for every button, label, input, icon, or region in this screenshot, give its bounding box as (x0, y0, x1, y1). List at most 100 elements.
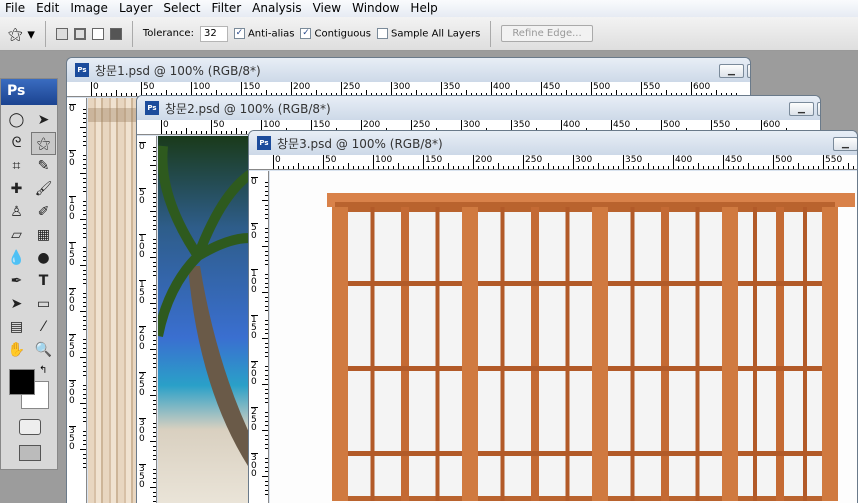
document-title: 창문1.psd @ 100% (RGB/8*) (95, 63, 261, 78)
menu-layer[interactable]: Layer (114, 0, 158, 17)
shape-tool-icon[interactable]: ▭ (31, 293, 56, 316)
minimize-button[interactable]: ▁ (789, 102, 814, 116)
ruler-label: 0 (161, 120, 169, 134)
ps-document-icon: Ps (145, 101, 159, 115)
panel-bar (435, 207, 440, 501)
quick-mask-icon[interactable] (19, 419, 41, 435)
document-window-3[interactable]: Ps창문3.psd @ 100% (RGB/8*) ▁▢✕ 0501001502… (248, 130, 858, 503)
selection-mode-add-icon[interactable] (73, 27, 86, 40)
panel-rail (730, 366, 830, 371)
vertical-ruler: 0 50 100 150 200 250 300 (249, 171, 269, 503)
panel-bar (803, 207, 807, 501)
eyedropper-tool-icon[interactable]: ⁄ (31, 316, 56, 339)
magic-wand-tool-preset-icon[interactable]: ⚝ ▾ (8, 25, 35, 43)
panel-rail (600, 366, 730, 371)
ruler-label: 150 (69, 242, 76, 268)
selection-mode-new-icon[interactable] (55, 27, 68, 40)
document-title: 창문2.psd @ 100% (RGB/8*) (165, 101, 331, 116)
document-canvas[interactable] (270, 171, 857, 503)
maximize-button[interactable]: ▢ (747, 64, 750, 78)
ruler-label: 250 (251, 407, 258, 433)
panel-rail (600, 451, 730, 456)
contiguous-checkbox[interactable]: ✓ Contiguous (300, 27, 371, 39)
selection-mode-subtract-icon[interactable] (91, 27, 104, 40)
window-post (592, 207, 608, 501)
panel-bar (695, 207, 700, 501)
ruler-label: 150 (251, 315, 258, 341)
ruler-label: 200 (69, 288, 76, 314)
menu-window[interactable]: Window (347, 0, 405, 17)
clone-stamp-icon[interactable]: ♙ (4, 201, 29, 224)
panel-mullion (531, 207, 539, 501)
horizontal-ruler: 0 50 100 150 200 250 300 350 400 450 500 550 (249, 155, 857, 170)
menu-image[interactable]: Image (65, 0, 114, 17)
sample-all-layers-checkbox[interactable]: Sample All Layers (376, 27, 480, 39)
ruler-label: 200 (251, 361, 258, 387)
ruler-label: 50 (139, 188, 146, 206)
document-title-bar[interactable]: Ps 창문2.psd @ 100% (RGB/8*) (137, 96, 820, 120)
swap-colors-icon[interactable]: ↰ (39, 365, 47, 376)
vertical-ruler: 0 50 100 150 200 250 300 350 (67, 98, 87, 503)
panel-bar (500, 207, 505, 501)
panel-mullion (661, 207, 669, 501)
panel-bar (630, 207, 635, 501)
ruler-label: 100 (69, 196, 76, 222)
menu-file[interactable]: File (0, 0, 31, 17)
ruler-label: 50 (211, 120, 224, 134)
zoom-tool-icon[interactable]: 🔍 (31, 339, 56, 362)
ruler-label: 250 (69, 334, 76, 360)
ruler-label: 200 (139, 326, 146, 352)
screen-mode-icon[interactable] (19, 445, 41, 461)
type-tool-icon[interactable]: T (31, 270, 56, 293)
selection-mode-intersect-icon[interactable] (109, 27, 122, 40)
brush-tool-icon[interactable]: 🖌 (31, 178, 56, 201)
ruler-label: 100 (139, 234, 146, 260)
ruler-label: 0 (273, 155, 281, 169)
history-brush-icon[interactable]: ✐ (31, 201, 56, 224)
menu-analysis[interactable]: Analysis (247, 0, 307, 17)
ruler-label: 0 (139, 142, 146, 152)
menu-filter[interactable]: Filter (206, 0, 247, 17)
panel-rail (470, 451, 600, 456)
refine-edge-button[interactable]: Refine Edge... (501, 25, 593, 42)
maximize-button[interactable]: ▢ (817, 102, 820, 116)
foreground-color-swatch[interactable] (9, 369, 35, 395)
gradient-tool-icon[interactable]: ▦ (31, 224, 56, 247)
panel-rail (340, 366, 470, 371)
notes-tool-icon[interactable]: ▤ (4, 316, 29, 339)
dodge-tool-icon[interactable]: ● (31, 247, 56, 270)
ruler-label: 300 (251, 453, 258, 479)
crop-tool-icon[interactable]: ⌗ (4, 155, 29, 178)
ruler-label: 50 (323, 155, 336, 169)
slice-tool-icon[interactable]: ✎ (31, 155, 56, 178)
menu-select[interactable]: Select (158, 0, 206, 17)
ruler-label: 150 (139, 280, 146, 306)
eraser-tool-icon[interactable]: ▱ (4, 224, 29, 247)
hand-tool-icon[interactable]: ✋ (4, 339, 29, 362)
tolerance-input[interactable]: 32 (199, 25, 228, 42)
magic-wand-tool-icon[interactable]: ⚝ (31, 132, 56, 155)
marquee-tool-icon[interactable]: ◯ (4, 109, 29, 132)
vertical-ruler: 0 50 100 150 200 250 300 350 (137, 136, 157, 503)
move-tool-icon[interactable]: ➤ (31, 109, 56, 132)
lasso-tool-icon[interactable]: ᘓ (4, 132, 29, 155)
document-title-bar[interactable]: Ps 창문3.psd @ 100% (RGB/8*) (249, 131, 857, 155)
document-title-bar[interactable]: Ps 창문1.psd @ 100% (RGB/8*) (67, 58, 750, 82)
window-post (462, 207, 478, 501)
minimize-button[interactable]: ▁ (833, 137, 857, 151)
menu-view[interactable]: View (308, 0, 347, 17)
panel-bar (370, 207, 375, 501)
path-selection-icon[interactable]: ➤ (4, 293, 29, 316)
shoji-window (327, 193, 855, 501)
pen-tool-icon[interactable]: ✒ (4, 270, 29, 293)
menu-help[interactable]: Help (405, 0, 443, 17)
checkbox-checked-icon: ✓ (233, 27, 245, 39)
checkbox-checked-icon: ✓ (300, 27, 312, 39)
options-bar: ⚝ ▾ Tolerance: 32 ✓ Anti-alias ✓ Contiguou… (0, 17, 858, 51)
menu-edit[interactable]: Edit (31, 0, 65, 17)
blur-tool-icon[interactable]: 💧 (4, 247, 29, 270)
anti-alias-checkbox[interactable]: ✓ Anti-alias (233, 27, 294, 39)
healing-brush-icon[interactable]: ✚ (4, 178, 29, 201)
panel-rail (470, 366, 600, 371)
minimize-button[interactable]: ▁ (719, 64, 744, 78)
